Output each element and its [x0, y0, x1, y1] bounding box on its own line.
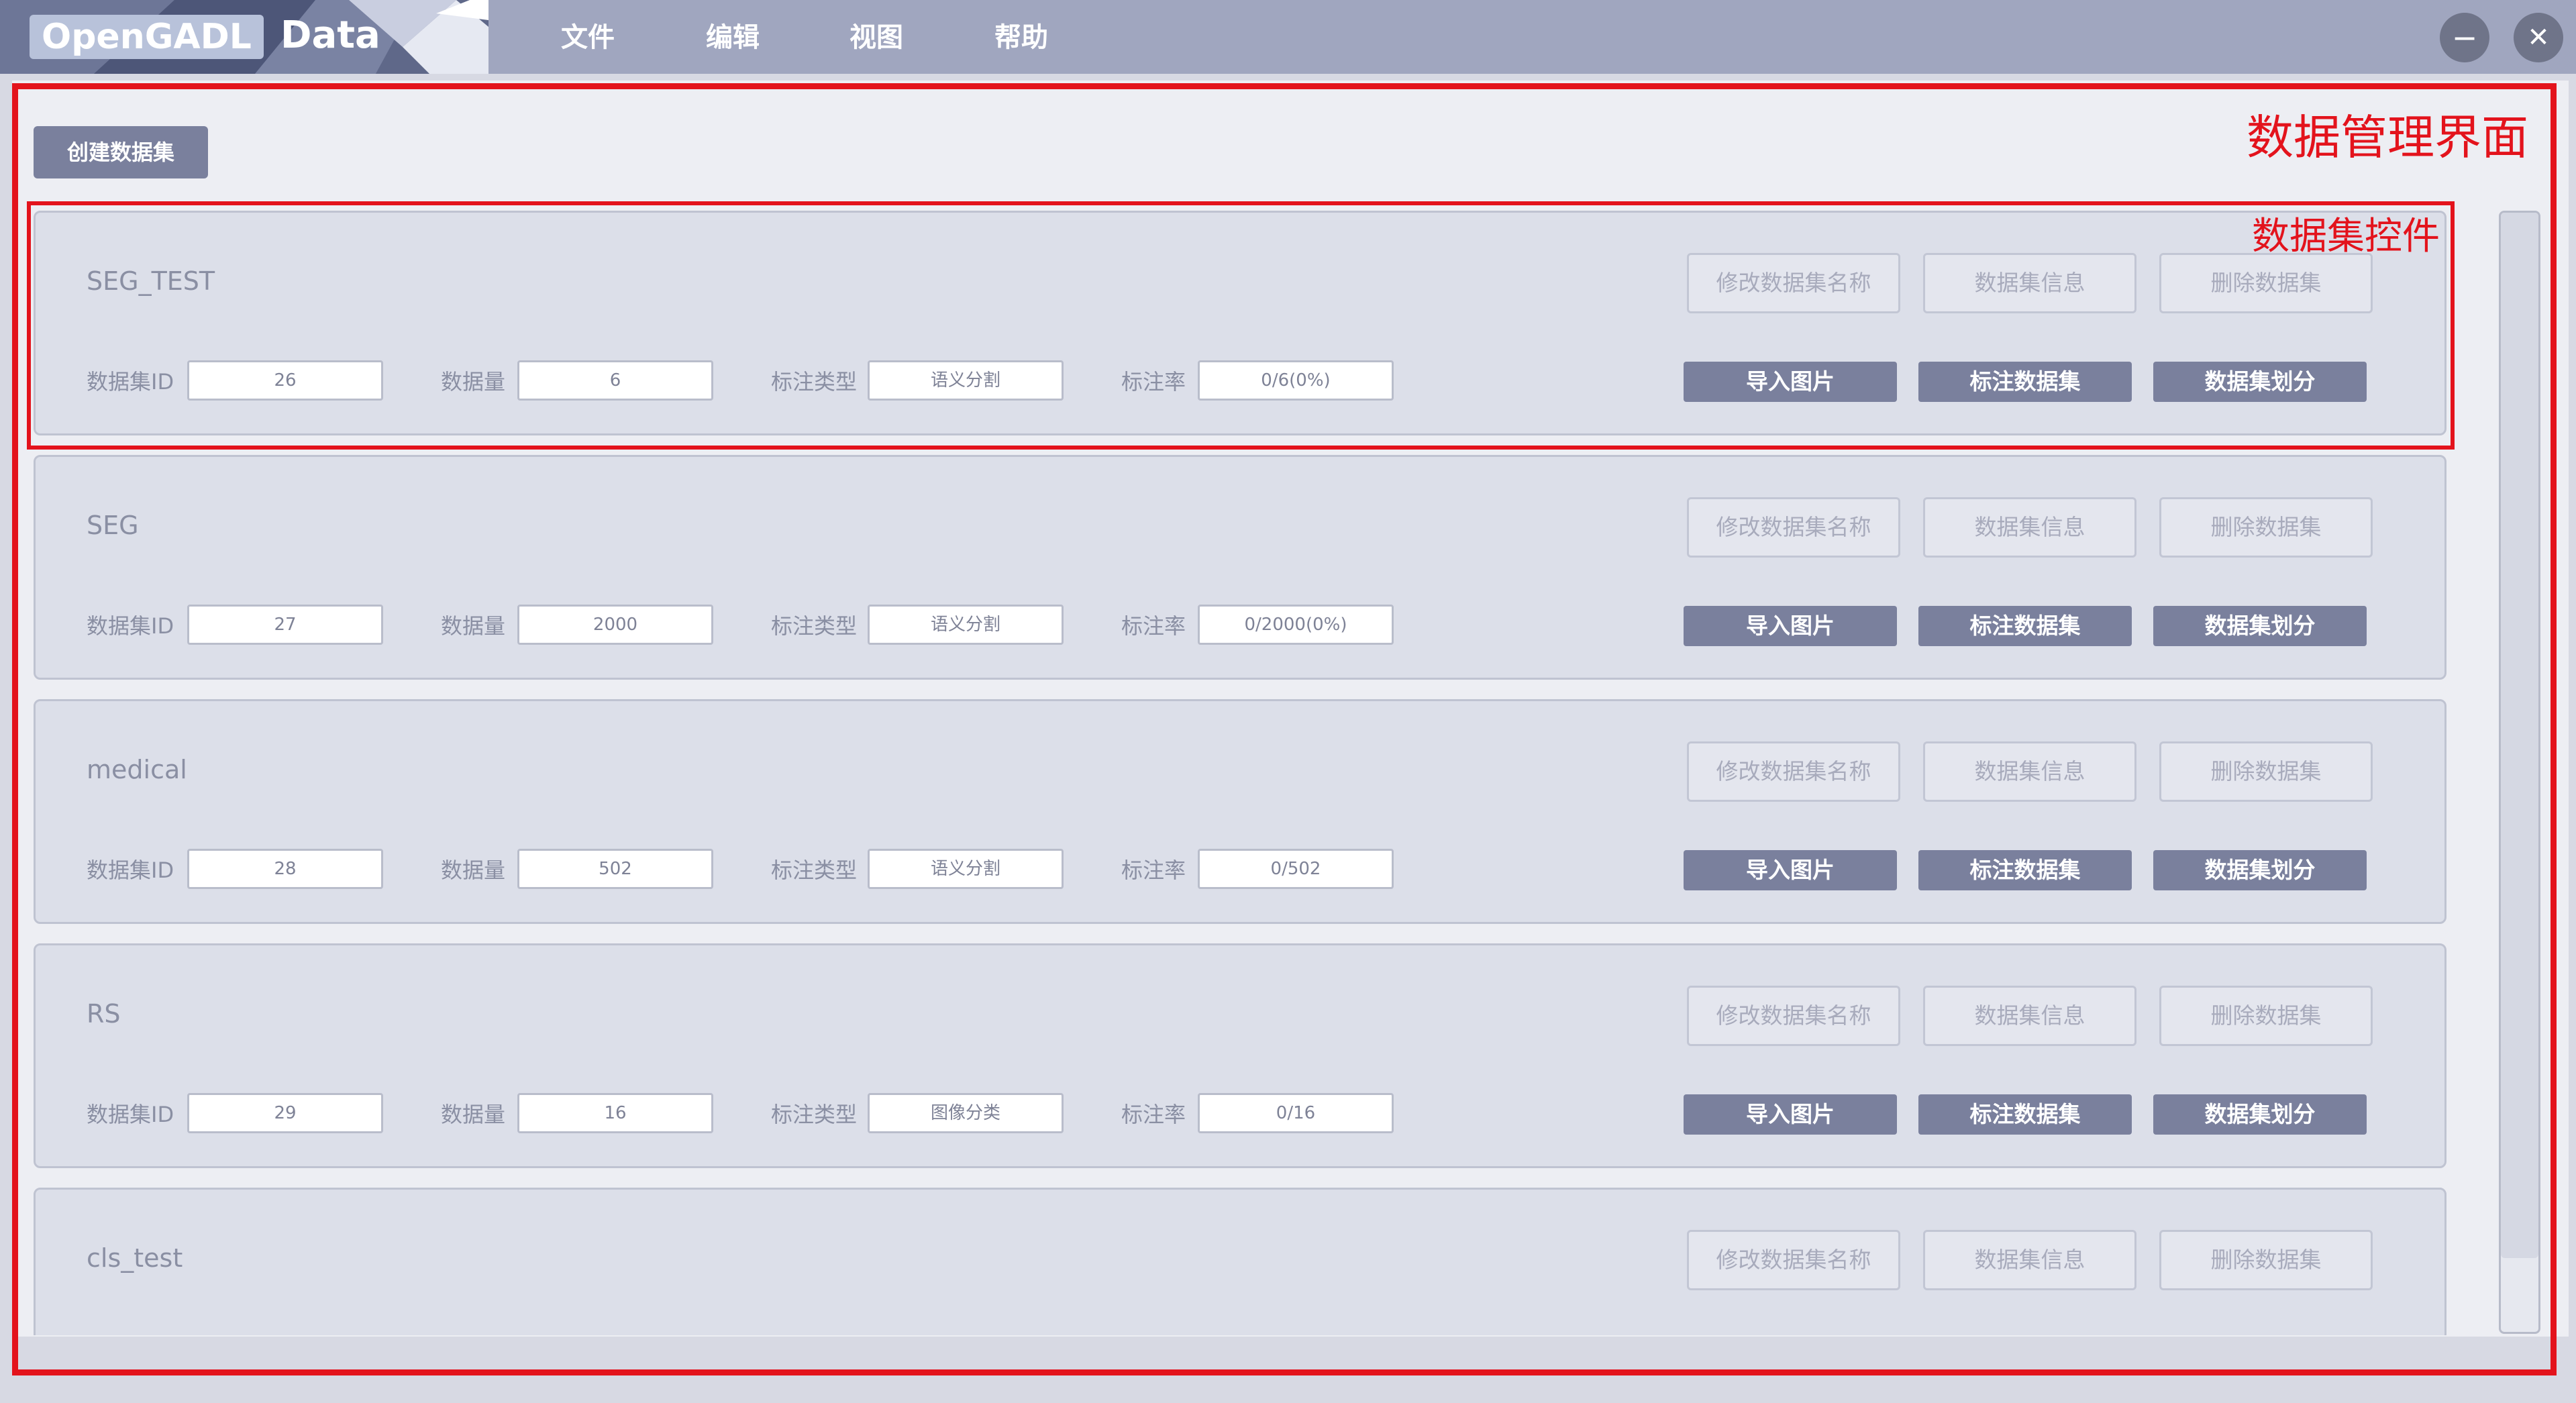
logo-name: OpenGADL: [30, 15, 264, 59]
annotation-outer-label: 数据管理界面: [2247, 110, 2528, 165]
logo-suffix: Data: [280, 13, 380, 57]
minimize-button[interactable]: −: [2440, 13, 2489, 62]
close-button[interactable]: ✕: [2514, 13, 2563, 62]
app-logo: OpenGADL Data: [0, 0, 488, 74]
menu-edit[interactable]: 编辑: [706, 17, 760, 58]
menu-view[interactable]: 视图: [849, 17, 903, 58]
annotation-inner-frame: [27, 201, 2455, 450]
menu-help[interactable]: 帮助: [994, 17, 1048, 58]
menu-file[interactable]: 文件: [561, 17, 615, 58]
annotation-inner-label: 数据集控件: [2252, 215, 2440, 258]
title-bar: OpenGADL Data 文件 编辑 视图 帮助 − ✕: [0, 0, 2576, 74]
